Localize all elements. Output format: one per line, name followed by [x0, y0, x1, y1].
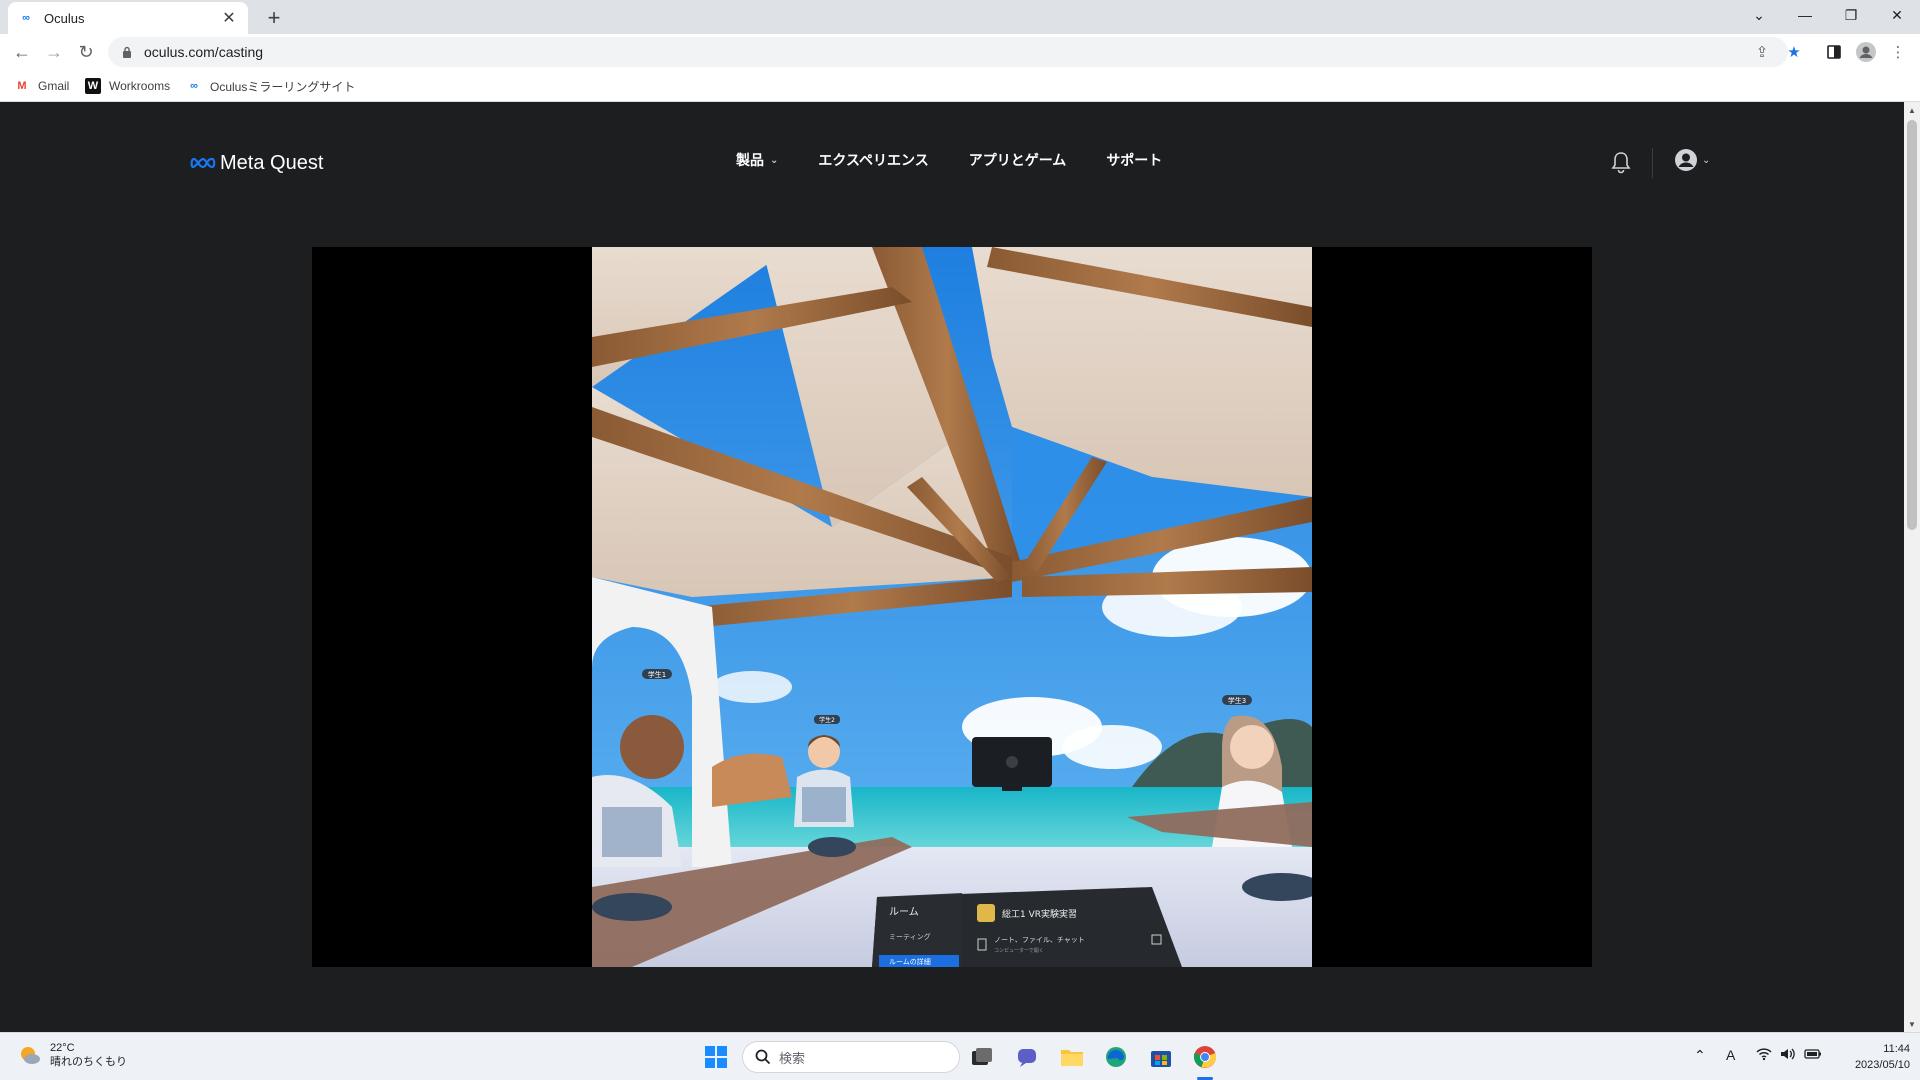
clock-time: 11:44: [1883, 1043, 1910, 1055]
chevron-down-icon: ⌄: [770, 154, 779, 166]
avatar-name-tag-label: 学生2: [819, 716, 835, 724]
weather-widget[interactable]: 22°C 晴れのちくもり: [18, 1041, 127, 1069]
meta-infinity-icon: [190, 150, 216, 176]
close-tab-icon[interactable]: ✕: [220, 8, 238, 28]
browser-tab-oculus[interactable]: ∞ Oculus ✕: [8, 2, 248, 34]
nav-label: サポート: [1106, 152, 1163, 168]
more-menu-icon[interactable]: ⋮: [1886, 40, 1910, 64]
vr-cast-view: 学生1 学生2 学生3 ルーム ミーティング ルームの詳細 総工1 VR実験実習…: [592, 247, 1312, 967]
room-name: 総工1 VR実験実習: [1002, 908, 1077, 920]
side-panel-icon[interactable]: [1822, 40, 1846, 64]
nav-label: エクスペリエンス: [818, 152, 929, 168]
meta-quest-logo[interactable]: Meta Quest: [190, 150, 323, 176]
address-bar[interactable]: oculus.com/casting: [108, 37, 1788, 67]
nav-products[interactable]: 製品 ⌄: [736, 150, 778, 170]
speaker-icon[interactable]: [1780, 1047, 1796, 1064]
back-button[interactable]: ←: [8, 39, 36, 65]
bookmark-label: Oculusミラーリングサイト: [210, 79, 356, 94]
panel-menu-item: ルームの詳細: [889, 957, 931, 966]
casting-player[interactable]: 学生1 学生2 学生3 ルーム ミーティング ルームの詳細 総工1 VR実験実習…: [312, 247, 1592, 967]
task-view-icon[interactable]: [966, 1041, 998, 1073]
start-button[interactable]: [700, 1041, 732, 1073]
main-navigation: 製品 ⌄ エクスペリエンス アプリとゲーム サポート: [736, 150, 1202, 170]
chrome-icon[interactable]: [1189, 1041, 1221, 1073]
weather-partly-cloudy-icon: [21, 1047, 40, 1064]
tab-search-chevron-icon[interactable]: ⌄: [1736, 0, 1782, 30]
page-content: Meta Quest 製品 ⌄ エクスペリエンス アプリとゲーム サポート ⌄: [0, 102, 1904, 1032]
search-icon: [755, 1049, 771, 1065]
bookmarks-bar: M Gmail W Workrooms ∞ Oculusミラーリングサイト: [0, 70, 1920, 102]
new-tab-button[interactable]: +: [260, 4, 288, 32]
vr-scene-illustration: 学生1 学生2 学生3 ルーム ミーティング ルームの詳細 総工1 VR実験実習…: [592, 247, 1312, 967]
browser-tab-strip: ∞ Oculus ✕ + ⌄ — ❐ ✕: [0, 0, 1920, 34]
edge-browser-icon[interactable]: [1100, 1041, 1132, 1073]
room-badge-icon: [977, 904, 995, 922]
gmail-icon: M: [17, 80, 27, 92]
scrollbar-thumb[interactable]: [1907, 120, 1917, 530]
meta-infinity-icon: ∞: [22, 12, 30, 24]
bookmark-gmail[interactable]: M Gmail: [14, 76, 69, 96]
battery-icon[interactable]: [1804, 1047, 1822, 1063]
close-window-button[interactable]: ✕: [1874, 0, 1920, 30]
scroll-up-arrow-icon[interactable]: ▲: [1904, 102, 1920, 118]
page-scrollbar[interactable]: ▲ ▼: [1904, 102, 1920, 1032]
search-placeholder: 検索: [779, 1050, 806, 1066]
windows-taskbar: 22°C 晴れのちくもり 検索 ⌃ A 11:44 2023/05/10: [0, 1032, 1920, 1080]
weather-temp: 22°C: [50, 1042, 75, 1054]
system-clock[interactable]: 11:44 2023/05/10: [1830, 1041, 1910, 1073]
nav-label: 製品: [736, 152, 764, 168]
teams-chat-icon[interactable]: [1011, 1041, 1043, 1073]
weather-desc: 晴れのちくもり: [50, 1056, 127, 1068]
tab-title: Oculus: [44, 10, 85, 26]
nav-apps-games[interactable]: アプリとゲーム: [969, 150, 1067, 170]
bookmark-star-icon[interactable]: ★: [1782, 40, 1806, 64]
share-icon[interactable]: ⇪: [1750, 40, 1774, 64]
panel-menu-item: ルーム: [889, 906, 919, 918]
clock-date: 2023/05/10: [1854, 1059, 1910, 1071]
scroll-down-arrow-icon[interactable]: ▼: [1904, 1016, 1920, 1032]
bookmark-label: Gmail: [38, 79, 70, 93]
reload-button[interactable]: ↻: [72, 39, 100, 65]
microsoft-store-icon[interactable]: [1145, 1041, 1177, 1073]
panel-row-subtitle: コンピューターで開く: [994, 947, 1044, 954]
profile-avatar-icon[interactable]: [1854, 40, 1878, 64]
logo-text: Meta Quest: [220, 151, 324, 174]
address-url: oculus.com/casting: [144, 44, 264, 60]
account-avatar-icon: [1675, 149, 1697, 171]
taskbar-search[interactable]: 検索: [742, 1041, 960, 1073]
bookmark-label: Workrooms: [109, 79, 171, 93]
workrooms-icon: W: [85, 78, 101, 94]
header-divider: [1652, 148, 1653, 178]
file-explorer-icon[interactable]: [1056, 1041, 1088, 1073]
show-hidden-icons-chevron-icon[interactable]: ⌃: [1694, 1047, 1706, 1064]
avatar-name-tag-label: 学生1: [648, 670, 666, 679]
lock-icon: [122, 46, 134, 58]
ime-indicator[interactable]: A: [1726, 1047, 1735, 1063]
nav-support[interactable]: サポート: [1106, 150, 1162, 170]
windows-logo-icon: [705, 1046, 727, 1068]
notification-bell-icon[interactable]: [1610, 150, 1634, 174]
nav-experiences[interactable]: エクスペリエンス: [818, 150, 928, 170]
wifi-icon[interactable]: [1756, 1047, 1772, 1064]
account-menu[interactable]: ⌄: [1674, 148, 1710, 172]
panel-row-title: ノート、ファイル、チャット: [994, 936, 1085, 944]
meta-infinity-icon: ∞: [190, 80, 198, 92]
nav-label: アプリとゲーム: [968, 152, 1067, 168]
chevron-down-icon: ⌄: [1702, 154, 1711, 166]
forward-button[interactable]: →: [40, 39, 68, 65]
avatar-name-tag-label: 学生3: [1228, 696, 1246, 705]
bookmark-workrooms[interactable]: W Workrooms: [85, 76, 170, 96]
browser-toolbar: ← → ↻ oculus.com/casting ⇪ ★ ⋮: [0, 34, 1920, 70]
bookmark-oculus-mirroring[interactable]: ∞ Oculusミラーリングサイト: [186, 76, 355, 96]
restore-button[interactable]: ❐: [1828, 0, 1874, 30]
panel-menu-item: ミーティング: [889, 932, 931, 941]
minimize-button[interactable]: —: [1782, 0, 1828, 30]
